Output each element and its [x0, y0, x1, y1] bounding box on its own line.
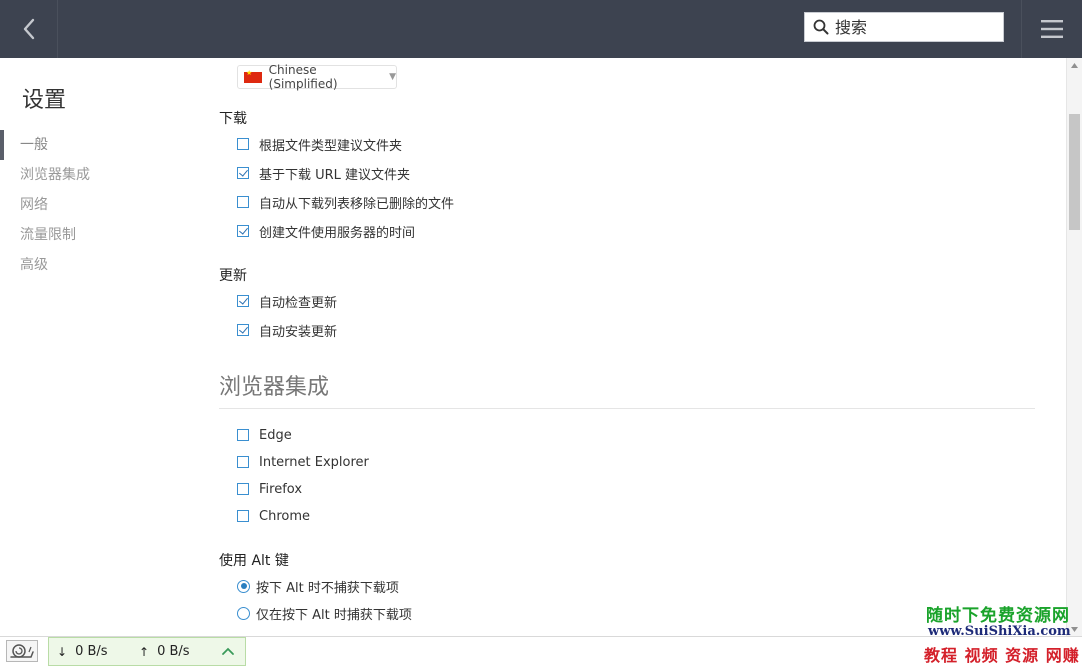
- option-suggest-folder-by-type[interactable]: 根据文件类型建议文件夹: [237, 134, 402, 154]
- search-box[interactable]: [804, 12, 1004, 42]
- speed-limit-button[interactable]: [6, 640, 38, 662]
- browser-integration-title: 浏览器集成: [219, 375, 330, 400]
- option-suggest-folder-by-url[interactable]: 基于下载 URL 建议文件夹: [237, 163, 410, 183]
- option-auto-install-update[interactable]: 自动安装更新: [237, 320, 337, 340]
- option-label: 基于下载 URL 建议文件夹: [259, 167, 411, 183]
- checkbox[interactable]: [237, 429, 249, 441]
- language-select[interactable]: Chinese (Simplified) ▼: [237, 63, 397, 91]
- checkbox[interactable]: [237, 324, 249, 336]
- update-section-title: 更新: [219, 268, 247, 284]
- watermark-line-2: www.SuiShiXia.com: [928, 624, 1071, 639]
- option-label: 仅在按下 Alt 时捕获下载项: [256, 607, 412, 623]
- upload-arrow-icon: ↑: [139, 644, 150, 659]
- checkbox[interactable]: [237, 510, 249, 522]
- upload-speed: ↑ 0 B/s: [139, 644, 190, 659]
- back-arrow-icon: [23, 18, 34, 40]
- option-browser-ie[interactable]: Internet Explorer: [237, 452, 369, 472]
- option-label: Chrome: [259, 508, 310, 524]
- sidebar-item-network[interactable]: 网络: [0, 190, 200, 220]
- settings-content: Chinese (Simplified) ▼ 下载 根据文件类型建议文件夹 基于…: [200, 58, 1066, 636]
- checkbox[interactable]: [237, 196, 249, 208]
- watermark-line-1: 随时下免费资源网: [926, 606, 1070, 626]
- option-browser-chrome[interactable]: Chrome: [237, 506, 310, 526]
- vertical-scrollbar[interactable]: [1066, 58, 1082, 636]
- sidebar-item-advanced[interactable]: 高级: [0, 250, 200, 280]
- snail-icon: [10, 644, 34, 658]
- search-input[interactable]: [835, 17, 995, 37]
- option-label: 自动从下载列表移除已删除的文件: [259, 196, 455, 212]
- hamburger-menu-icon: [1041, 20, 1063, 38]
- download-section-title: 下载: [219, 111, 247, 127]
- language-value: Chinese (Simplified): [268, 63, 338, 91]
- option-label: 自动安装更新: [259, 324, 338, 340]
- top-bar: [0, 0, 1082, 58]
- sidebar-item-browser-integration[interactable]: 浏览器集成: [0, 160, 200, 190]
- download-speed: ↓ 0 B/s: [57, 644, 108, 659]
- sidebar-title: 设置: [22, 88, 67, 113]
- upload-speed-value: 0 B/s: [157, 644, 190, 659]
- dropdown-caret-icon: ▼: [389, 72, 396, 82]
- option-label: Firefox: [259, 481, 303, 497]
- option-label: 根据文件类型建议文件夹: [259, 138, 403, 154]
- section-divider: [219, 408, 1035, 409]
- checkbox[interactable]: [237, 456, 249, 468]
- scroll-up-arrow-icon[interactable]: [1067, 58, 1082, 72]
- option-label: Edge: [259, 427, 292, 443]
- option-browser-edge[interactable]: Edge: [237, 425, 292, 445]
- speed-panel: ↓ 0 B/s ↑ 0 B/s: [48, 637, 246, 666]
- option-alt-capture-only[interactable]: 仅在按下 Alt 时捕获下载项: [237, 603, 412, 623]
- option-label: 按下 Alt 时不捕获下载项: [256, 580, 399, 596]
- option-alt-no-capture[interactable]: 按下 Alt 时不捕获下载项: [237, 576, 399, 596]
- checkbox[interactable]: [237, 225, 249, 237]
- option-auto-check-update[interactable]: 自动检查更新: [237, 291, 337, 311]
- checkbox[interactable]: [237, 483, 249, 495]
- menu-button[interactable]: [1021, 0, 1082, 58]
- checkbox[interactable]: [237, 167, 249, 179]
- option-label: 创建文件使用服务器的时间: [259, 225, 416, 241]
- option-label: Internet Explorer: [259, 454, 369, 470]
- alt-key-section-title: 使用 Alt 键: [219, 553, 289, 569]
- checkbox[interactable]: [237, 138, 249, 150]
- download-arrow-icon: ↓: [57, 644, 68, 659]
- download-speed-value: 0 B/s: [75, 644, 108, 659]
- radio-button[interactable]: [237, 606, 250, 620]
- watermark-line-3: 教程 视频 资源 网赚: [924, 646, 1080, 665]
- sidebar-item-traffic-limit[interactable]: 流量限制: [0, 220, 200, 250]
- settings-sidebar: 设置 一般 浏览器集成 网络 流量限制 高级: [0, 58, 200, 636]
- back-button[interactable]: [0, 0, 58, 58]
- option-browser-firefox[interactable]: Firefox: [237, 479, 302, 499]
- search-icon: [813, 19, 829, 35]
- radio-button[interactable]: [237, 579, 250, 593]
- scrollbar-thumb[interactable]: [1069, 114, 1080, 230]
- option-label: 自动检查更新: [259, 295, 338, 311]
- chevron-up-icon[interactable]: [221, 644, 235, 658]
- watermark: 随时下免费资源网 www.SuiShiXia.com 教程 视频 资源 网赚: [918, 600, 1082, 665]
- sidebar-item-general[interactable]: 一般: [0, 130, 200, 160]
- option-auto-remove-deleted[interactable]: 自动从下载列表移除已删除的文件: [237, 192, 454, 212]
- checkbox[interactable]: [237, 295, 249, 307]
- option-use-server-time[interactable]: 创建文件使用服务器的时间: [237, 221, 415, 241]
- sidebar-nav: 一般 浏览器集成 网络 流量限制 高级: [0, 130, 200, 280]
- china-flag-icon: [244, 69, 262, 83]
